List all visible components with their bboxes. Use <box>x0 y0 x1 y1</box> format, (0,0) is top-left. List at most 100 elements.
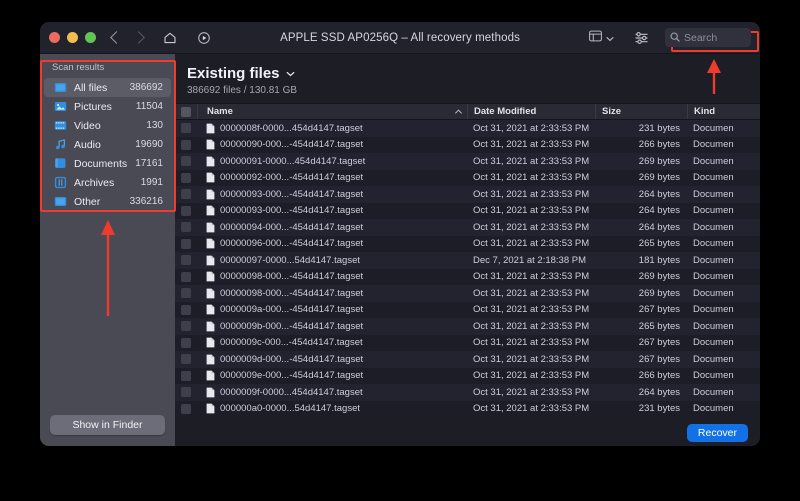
row-checkbox[interactable] <box>175 203 197 220</box>
search-input[interactable]: Search <box>665 28 751 47</box>
chevron-down-icon[interactable] <box>606 29 614 47</box>
forward-chevron-icon[interactable] <box>132 31 145 44</box>
table-row[interactable]: 00000090-000...-454d4147.tagset Oct 31, 2… <box>175 136 760 154</box>
cell-size: 264 bytes <box>638 221 680 233</box>
document-icon <box>206 255 215 266</box>
table-row[interactable]: 0000009f-0000...454d4147.tagset Oct 31, 2… <box>175 384 760 401</box>
row-checkbox[interactable] <box>175 137 197 154</box>
zoom-button[interactable] <box>85 32 96 43</box>
sidebar-item-count: 1991 <box>140 177 163 188</box>
row-checkbox[interactable] <box>175 335 197 352</box>
row-checkbox[interactable] <box>175 318 197 335</box>
row-checkbox[interactable] <box>175 186 197 203</box>
chevron-down-icon[interactable] <box>286 64 295 82</box>
table-row[interactable]: 0000009a-000...-454d4147.tagset Oct 31, 2… <box>175 301 760 319</box>
cell-kind: Documen <box>693 271 734 283</box>
cell-size: 269 bytes <box>638 155 680 167</box>
row-checkbox[interactable] <box>175 384 197 401</box>
table-row[interactable]: 0000009c-000...-454d4147.tagset Oct 31, 2… <box>175 334 760 352</box>
row-checkbox[interactable] <box>175 285 197 302</box>
file-name-label: 0000008f-0000...454d4147.tagset <box>220 122 363 134</box>
cell-kind: Documen <box>693 386 734 398</box>
table-row[interactable]: 0000009d-000...-454d4147.tagset Oct 31, 2… <box>175 351 760 368</box>
cell-kind: Documen <box>693 304 734 316</box>
table-row[interactable]: 00000091-0000...454d4147.tagset Oct 31, 2… <box>175 153 760 170</box>
cell-name: 0000009d-000...-454d4147.tagset <box>197 351 467 368</box>
table-row[interactable]: 00000097-0000...54d4147.tagset Dec 7, 202… <box>175 252 760 269</box>
column-header-kind[interactable]: Kind <box>687 104 760 119</box>
file-list[interactable]: 0000008f-0000...454d4147.tagset Oct 31, 2… <box>175 120 760 419</box>
row-checkbox[interactable] <box>175 236 197 253</box>
cell-date-modified: Oct 31, 2021 at 2:33:53 PM <box>473 172 590 184</box>
table-row[interactable]: 0000008f-0000...454d4147.tagset Oct 31, 2… <box>175 120 760 137</box>
sidebar: Scan results All files 386692 Pictures 1150… <box>40 54 175 446</box>
sidebar-item-documents[interactable]: Documents 17161 <box>44 154 171 173</box>
cell-size: 231 bytes <box>638 122 680 134</box>
table-row[interactable]: 00000092-000...-454d4147.tagset Oct 31, 2… <box>175 169 760 187</box>
row-checkbox[interactable] <box>175 153 197 170</box>
existing-files-dropdown[interactable]: Existing files <box>187 64 760 82</box>
cell-date-modified: Oct 31, 2021 at 2:33:53 PM <box>473 403 590 415</box>
table-row[interactable]: 0000009e-000...-454d4147.tagset Oct 31, 2… <box>175 367 760 385</box>
cell-size: 269 bytes <box>638 287 680 299</box>
row-checkbox[interactable] <box>175 120 197 137</box>
row-checkbox[interactable] <box>175 302 197 319</box>
row-checkbox[interactable] <box>175 269 197 286</box>
checkbox-icon <box>181 222 191 233</box>
sidebar-item-video[interactable]: Video 130 <box>44 116 171 135</box>
cell-size: 267 bytes <box>638 353 680 365</box>
column-header-date-label: Date Modified <box>474 106 537 117</box>
main-panel: Existing files 386692 files / 130.81 GB … <box>175 54 760 446</box>
row-checkbox[interactable] <box>175 170 197 187</box>
table-row[interactable]: 00000096-000...-454d4147.tagset Oct 31, 2… <box>175 235 760 253</box>
table-row[interactable]: 00000098-000...-454d4147.tagset Oct 31, 2… <box>175 268 760 286</box>
checkbox-icon <box>181 172 191 183</box>
file-name-label: 00000090-000...-454d4147.tagset <box>220 139 364 151</box>
table-row[interactable]: 00000098-000...-454d4147.tagset Oct 31, 2… <box>175 285 760 302</box>
table-row[interactable]: 00000094-000...-454d4147.tagset Oct 31, 2… <box>175 219 760 236</box>
recover-button[interactable]: Recover <box>686 423 748 442</box>
rescan-play-icon[interactable] <box>197 31 211 45</box>
other-icon <box>54 195 67 208</box>
show-in-finder-button[interactable]: Show in Finder <box>50 415 165 435</box>
column-header-size[interactable]: Size <box>595 104 687 119</box>
cell-date-modified: Oct 31, 2021 at 2:33:53 PM <box>473 370 590 382</box>
row-checkbox[interactable] <box>175 252 197 269</box>
home-icon[interactable] <box>163 31 177 45</box>
table-row[interactable]: 00000093-000...-454d4147.tagset Oct 31, 2… <box>175 186 760 203</box>
checkbox-icon <box>181 255 191 266</box>
sidebar-item-pictures[interactable]: Pictures 11504 <box>44 97 171 116</box>
sidebar-item-archives[interactable]: Archives 1991 <box>44 173 171 192</box>
table-row[interactable]: 0000009b-000...-454d4147.tagset Oct 31, 2… <box>175 318 760 335</box>
cell-date-modified: Oct 31, 2021 at 2:33:53 PM <box>473 320 590 332</box>
sidebar-item-label: All files <box>74 81 108 94</box>
grid-view-icon[interactable] <box>589 29 602 47</box>
file-name-label: 00000098-000...-454d4147.tagset <box>220 271 364 283</box>
filter-sliders-icon[interactable] <box>634 31 649 45</box>
checkbox-icon <box>181 370 191 381</box>
documents-icon <box>54 157 67 170</box>
cell-size: 269 bytes <box>638 271 680 283</box>
back-chevron-icon[interactable] <box>110 31 123 44</box>
cell-size: 264 bytes <box>638 188 680 200</box>
video-icon <box>54 119 67 132</box>
row-checkbox[interactable] <box>175 351 197 368</box>
checkbox-icon <box>181 139 191 150</box>
row-checkbox[interactable] <box>175 368 197 385</box>
sidebar-item-count: 11504 <box>135 101 163 112</box>
close-button[interactable] <box>49 32 60 43</box>
cell-kind: Documen <box>693 172 734 184</box>
row-checkbox[interactable] <box>175 401 197 418</box>
column-header-date-modified[interactable]: Date Modified <box>467 104 595 119</box>
column-header-name[interactable]: Name <box>197 104 467 119</box>
table-row[interactable]: 00000093-000...-454d4147.tagset Oct 31, 2… <box>175 202 760 220</box>
sidebar-item-all-files[interactable]: All files 386692 <box>44 78 171 97</box>
view-switcher[interactable] <box>589 29 614 47</box>
row-checkbox[interactable] <box>175 219 197 236</box>
minimize-button[interactable] <box>67 32 78 43</box>
table-row[interactable]: 000000a0-0000...54d4147.tagset Oct 31, 20… <box>175 400 760 418</box>
cell-kind: Documen <box>693 221 734 233</box>
sidebar-item-audio[interactable]: Audio 19690 <box>44 135 171 154</box>
select-all-checkbox[interactable] <box>175 104 197 119</box>
sidebar-item-other[interactable]: Other 336216 <box>44 192 171 211</box>
